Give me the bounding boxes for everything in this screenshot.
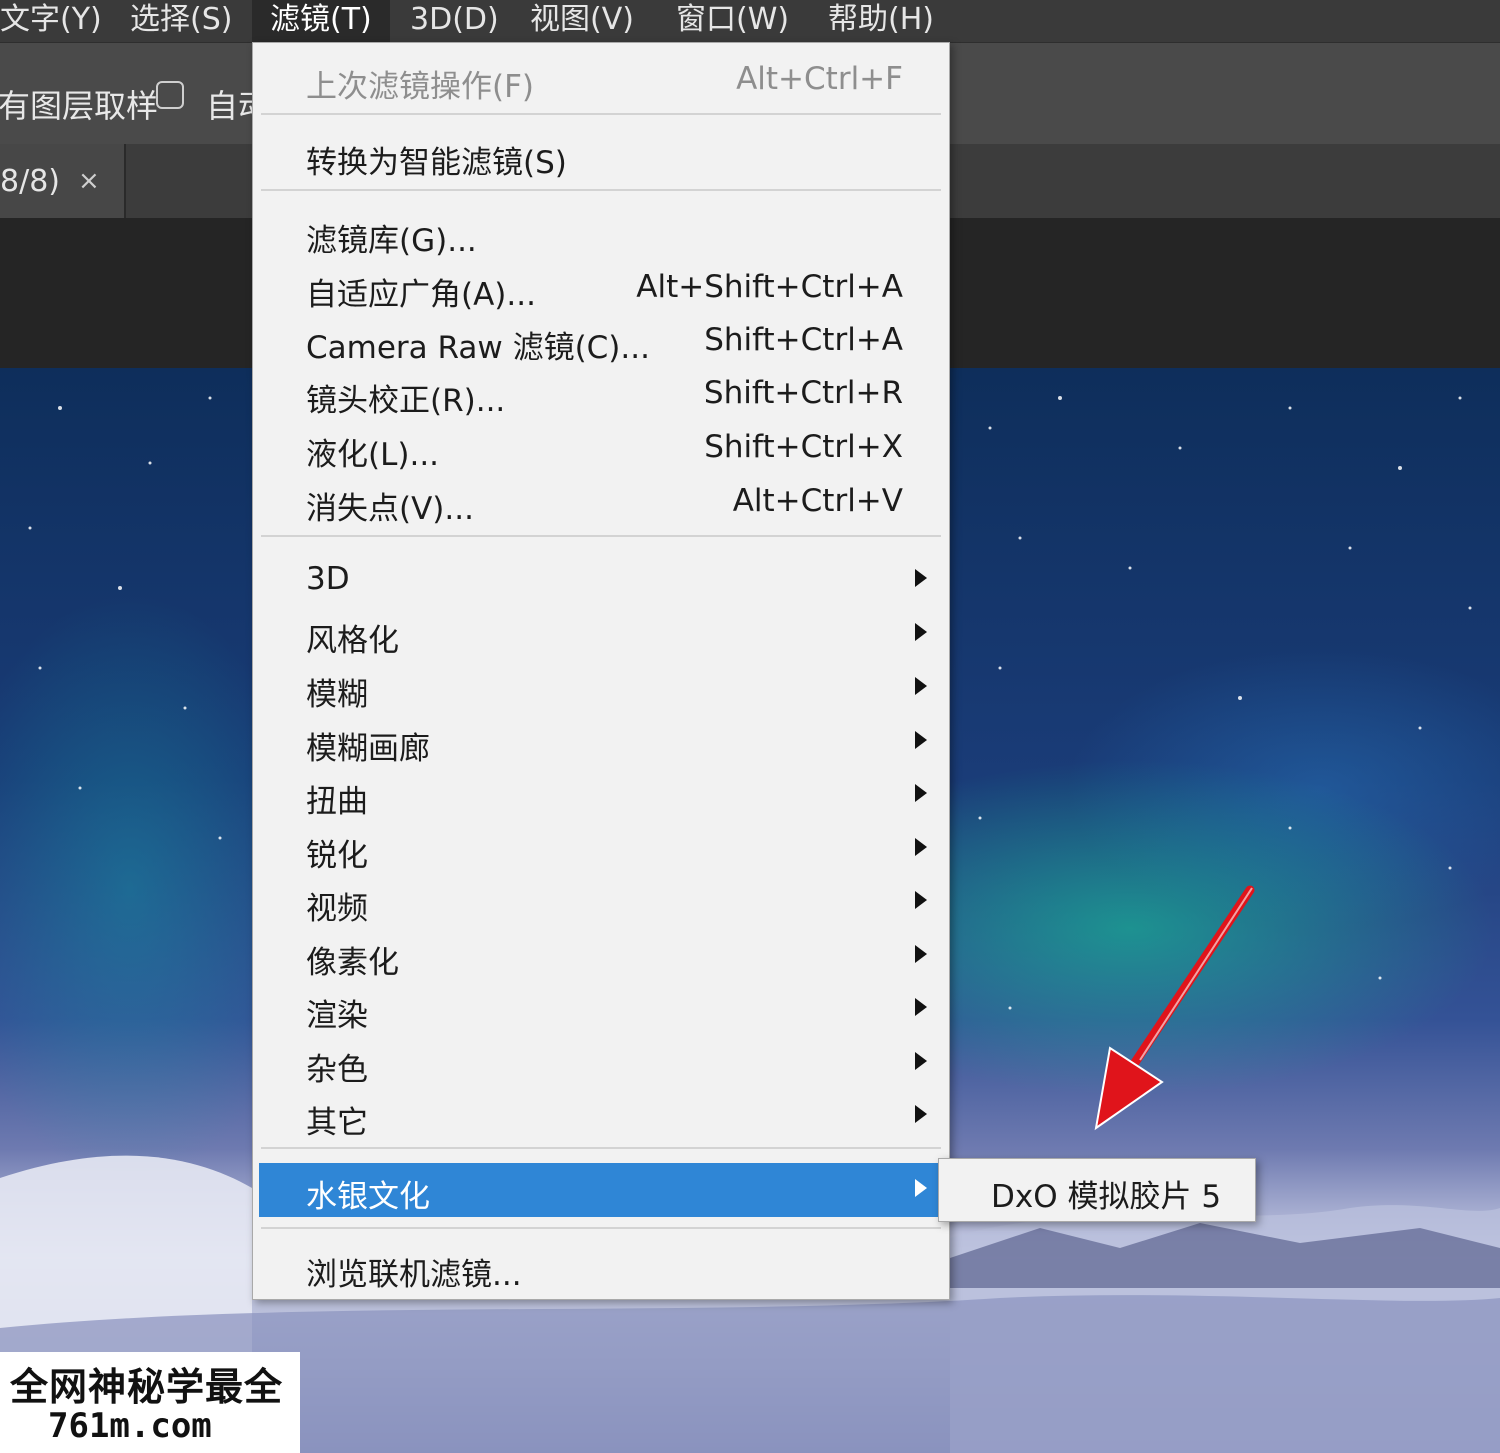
menu-item-submenu-blur-gallery[interactable]: 模糊画廊 [253, 717, 949, 767]
menu-item-lens-correction[interactable]: 镜头校正(R)... Shift+Ctrl+R [253, 369, 949, 419]
menu-item-vanishing-point[interactable]: 消失点(V)... Alt+Ctrl+V [253, 477, 949, 527]
menu-3d[interactable]: 3D(D) [410, 0, 499, 42]
menu-item-label: 模糊 [306, 677, 368, 713]
menu-item-label: 像素化 [306, 945, 399, 981]
submenu-arrow-icon [915, 623, 927, 641]
menu-item-label: 水银文化 [306, 1179, 430, 1215]
menu-item-label: 扭曲 [306, 784, 368, 820]
menu-item-submenu-sharpen[interactable]: 锐化 [253, 824, 949, 874]
menu-item-label: 自适应广角(A)... [306, 277, 536, 313]
menu-item-label: 转换为智能滤镜(S) [306, 145, 567, 181]
menu-divider [261, 1227, 941, 1229]
menu-item-shortcut: Alt+Ctrl+F [736, 61, 903, 97]
menu-item-label: 模糊画廊 [306, 731, 430, 767]
submenu-arrow-icon [915, 677, 927, 695]
submenu-arrow-icon [915, 838, 927, 856]
submenu-arrow-icon [915, 998, 927, 1016]
menu-item-filter-gallery[interactable]: 滤镜库(G)... [253, 209, 949, 259]
menu-item-label: 液化(L)... [306, 437, 440, 473]
document-tab-title: 8/8) [0, 164, 60, 199]
menu-item-submenu-pixelate[interactable]: 像素化 [253, 931, 949, 981]
menu-filter[interactable]: 滤镜(T) [252, 0, 390, 42]
menu-item-camera-raw[interactable]: Camera Raw 滤镜(C)... Shift+Ctrl+A [253, 316, 949, 366]
menu-item-label: 消失点(V)... [306, 491, 474, 527]
menu-item-label: 杂色 [306, 1052, 368, 1088]
menu-item-shortcut: Shift+Ctrl+X [704, 429, 903, 465]
submenu-item-dxo-filmpack[interactable]: DxO 模拟胶片 5 [991, 1171, 1221, 1216]
menu-item-submenu-distort[interactable]: 扭曲 [253, 770, 949, 820]
menu-item-submenu-3d[interactable]: 3D [253, 555, 949, 605]
menu-item-label: 其它 [306, 1105, 368, 1141]
menu-bar: 文字(Y) 选择(S) 滤镜(T) 3D(D) 视图(V) 窗口(W) 帮助(H… [0, 0, 1500, 42]
menu-item-label: 风格化 [306, 623, 399, 659]
sample-all-layers-label: 对所有图层取样 [0, 87, 159, 125]
menu-item-last-filter[interactable]: 上次滤镜操作(F) Alt+Ctrl+F [253, 55, 949, 105]
auto-checkbox[interactable] [156, 81, 184, 109]
submenu-arrow-icon [915, 945, 927, 963]
watermark: 全网神秘学最全 761m.com [0, 1352, 300, 1453]
menu-item-label: 上次滤镜操作(F) [306, 69, 535, 105]
menu-item-submenu-other[interactable]: 其它 [253, 1091, 949, 1141]
document-tab[interactable]: 8/8) × [0, 144, 126, 218]
menu-item-label: 浏览联机滤镜... [306, 1257, 522, 1293]
submenu-arrow-icon [915, 784, 927, 802]
menu-select[interactable]: 选择(S) [130, 0, 232, 42]
menu-type[interactable]: 文字(Y) [0, 0, 102, 42]
close-icon[interactable]: × [78, 166, 100, 196]
menu-item-submenu-noise[interactable]: 杂色 [253, 1038, 949, 1088]
menu-item-submenu-blur[interactable]: 模糊 [253, 663, 949, 713]
menu-item-liquify[interactable]: 液化(L)... Shift+Ctrl+X [253, 423, 949, 473]
filter-menu: 上次滤镜操作(F) Alt+Ctrl+F 转换为智能滤镜(S) 滤镜库(G)..… [252, 42, 950, 1300]
submenu-arrow-icon [915, 1052, 927, 1070]
menu-item-shortcut: Alt+Ctrl+V [732, 483, 903, 519]
submenu-arrow-icon [915, 731, 927, 749]
menu-item-label: Camera Raw 滤镜(C)... [306, 330, 650, 366]
menu-item-label: 滤镜库(G)... [306, 223, 477, 259]
menu-item-submenu-stylize[interactable]: 风格化 [253, 609, 949, 659]
watermark-line1: 全网神秘学最全 [10, 1365, 284, 1409]
menu-item-convert-smart-filter[interactable]: 转换为智能滤镜(S) [253, 131, 949, 181]
menu-item-browse-online-filters[interactable]: 浏览联机滤镜... [253, 1243, 949, 1293]
menu-divider [261, 189, 941, 191]
menu-item-label: 镜头校正(R)... [306, 383, 506, 419]
submenu-arrow-icon [915, 1105, 927, 1123]
menu-view[interactable]: 视图(V) [530, 0, 634, 42]
plugin-submenu: DxO 模拟胶片 5 [938, 1158, 1256, 1222]
menu-item-shortcut: Alt+Shift+Ctrl+A [636, 269, 903, 305]
menu-item-shortcut: Shift+Ctrl+R [703, 375, 903, 411]
menu-item-plugin-shuiyin[interactable]: 水银文化 [259, 1163, 943, 1217]
menu-divider [261, 113, 941, 115]
menu-divider [261, 535, 941, 537]
menu-item-label: 渲染 [306, 998, 368, 1034]
menu-item-label: 3D [306, 561, 350, 597]
menu-divider [261, 1147, 941, 1149]
menu-item-shortcut: Shift+Ctrl+A [704, 322, 903, 358]
menu-item-label: 视频 [306, 891, 368, 927]
red-arrow-annotation [1094, 885, 1255, 1131]
submenu-arrow-icon [915, 569, 927, 587]
submenu-arrow-icon [915, 891, 927, 909]
menu-item-label: 锐化 [306, 838, 368, 874]
menu-item-adaptive-wide-angle[interactable]: 自适应广角(A)... Alt+Shift+Ctrl+A [253, 263, 949, 313]
menu-window[interactable]: 窗口(W) [676, 0, 789, 42]
watermark-line2: 761m.com [48, 1406, 212, 1446]
auto-label: 自动 [206, 87, 252, 125]
menu-item-submenu-render[interactable]: 渲染 [253, 984, 949, 1034]
menu-help[interactable]: 帮助(H) [828, 0, 934, 42]
menu-item-submenu-video[interactable]: 视频 [253, 877, 949, 927]
submenu-arrow-icon [915, 1179, 927, 1197]
